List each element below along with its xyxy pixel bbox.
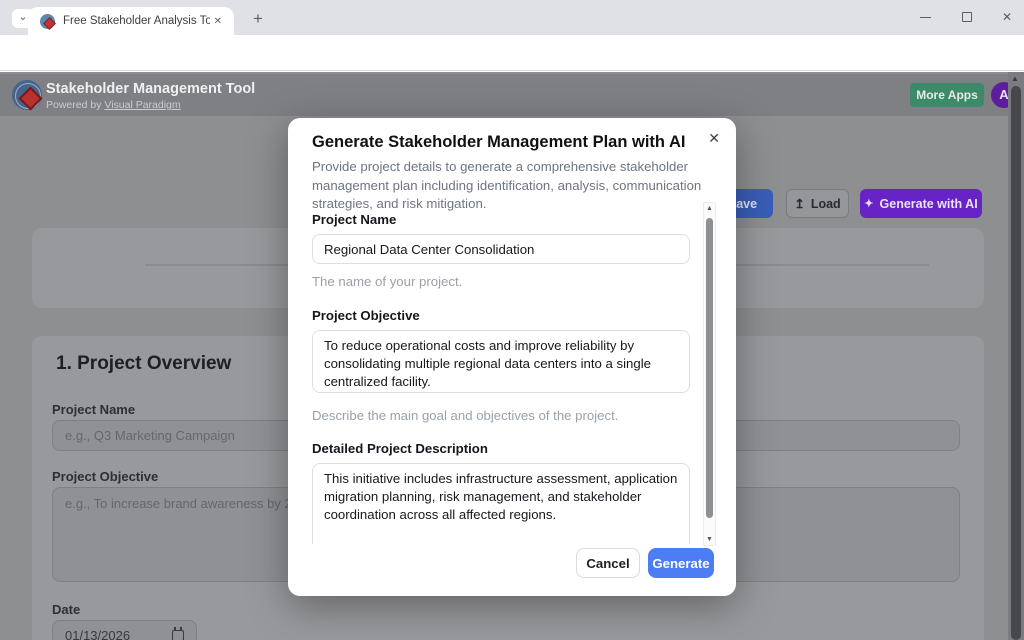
- modal-description-label: Detailed Project Description: [312, 441, 690, 456]
- section-title: 1. Project Overview: [56, 353, 231, 375]
- modal-project-name-help: The name of your project.: [312, 273, 690, 291]
- cancel-button[interactable]: Cancel: [576, 548, 640, 578]
- load-button[interactable]: ↥ Load: [786, 189, 849, 218]
- modal-scrollbar-thumb[interactable]: [706, 218, 713, 518]
- app-header: Stakeholder Management Tool Powered by V…: [0, 74, 1024, 116]
- modal-description-textarea[interactable]: This initiative includes infrastructure …: [312, 463, 690, 544]
- modal-close-icon[interactable]: ✕: [704, 126, 724, 151]
- sparkle-icon: ✦: [864, 197, 873, 210]
- upload-icon: ↥: [794, 196, 804, 211]
- project-objective-label: Project Objective: [52, 469, 158, 484]
- page-scrollbar-thumb[interactable]: [1011, 86, 1021, 640]
- powered-by-line: Powered by Visual Paradigm: [46, 99, 181, 111]
- visual-paradigm-logo-icon: [12, 80, 42, 110]
- page-scrollbar[interactable]: ▲: [1008, 72, 1024, 640]
- modal-objective-label: Project Objective: [312, 308, 690, 323]
- window-minimize-button[interactable]: [906, 0, 944, 34]
- modal-scroll-up-icon[interactable]: ▲: [704, 205, 715, 212]
- app-title: Stakeholder Management Tool: [46, 81, 255, 97]
- scrollbar-up-icon[interactable]: ▲: [1011, 74, 1019, 83]
- window-maximize-button[interactable]: [948, 0, 986, 34]
- browser-tab[interactable]: Free Stakeholder Analysis Tool | ✕: [28, 7, 234, 35]
- more-apps-button[interactable]: More Apps: [910, 83, 984, 107]
- date-input[interactable]: 01/13/2026: [52, 620, 197, 640]
- project-name-label: Project Name: [52, 402, 135, 417]
- generate-plan-modal: ✕ Generate Stakeholder Management Plan w…: [288, 118, 736, 596]
- generate-with-ai-label: Generate with AI: [880, 197, 978, 211]
- modal-title: Generate Stakeholder Management Plan wit…: [312, 133, 685, 152]
- powered-by-text: Powered by: [46, 99, 101, 111]
- modal-scrollbar[interactable]: ▲ ▼: [703, 202, 716, 546]
- modal-objective-help: Describe the main goal and objectives of…: [312, 407, 690, 425]
- minimize-icon: [920, 17, 931, 18]
- calendar-icon: [172, 630, 184, 640]
- site-favicon-icon: [40, 14, 55, 29]
- date-label: Date: [52, 602, 80, 617]
- browser-tab-strip: ⌄ Free Stakeholder Analysis Tool | ✕ + ✕: [0, 0, 1024, 35]
- tab-close-icon[interactable]: ✕: [210, 14, 226, 29]
- modal-project-name-label: Project Name: [312, 212, 690, 227]
- generate-with-ai-button[interactable]: ✦ Generate with AI: [860, 189, 982, 218]
- visual-paradigm-link[interactable]: Visual Paradigm: [104, 99, 180, 111]
- modal-scroll-down-icon[interactable]: ▼: [704, 536, 715, 543]
- tab-title: Free Stakeholder Analysis Tool |: [63, 15, 210, 27]
- new-tab-button[interactable]: +: [246, 7, 270, 31]
- load-label: Load: [811, 197, 841, 211]
- generate-button[interactable]: Generate: [648, 548, 714, 578]
- modal-project-name-input[interactable]: [312, 234, 690, 264]
- maximize-icon: [962, 12, 972, 22]
- browser-toolbar: ← → ⟳ ai-toolbox.visual-paradigm.com/app…: [0, 35, 1024, 71]
- window-close-button[interactable]: ✕: [988, 0, 1024, 34]
- modal-form-body: Project Name The name of your project. P…: [312, 204, 690, 544]
- date-value: 01/13/2026: [65, 628, 130, 640]
- modal-objective-textarea[interactable]: To reduce operational costs and improve …: [312, 330, 690, 393]
